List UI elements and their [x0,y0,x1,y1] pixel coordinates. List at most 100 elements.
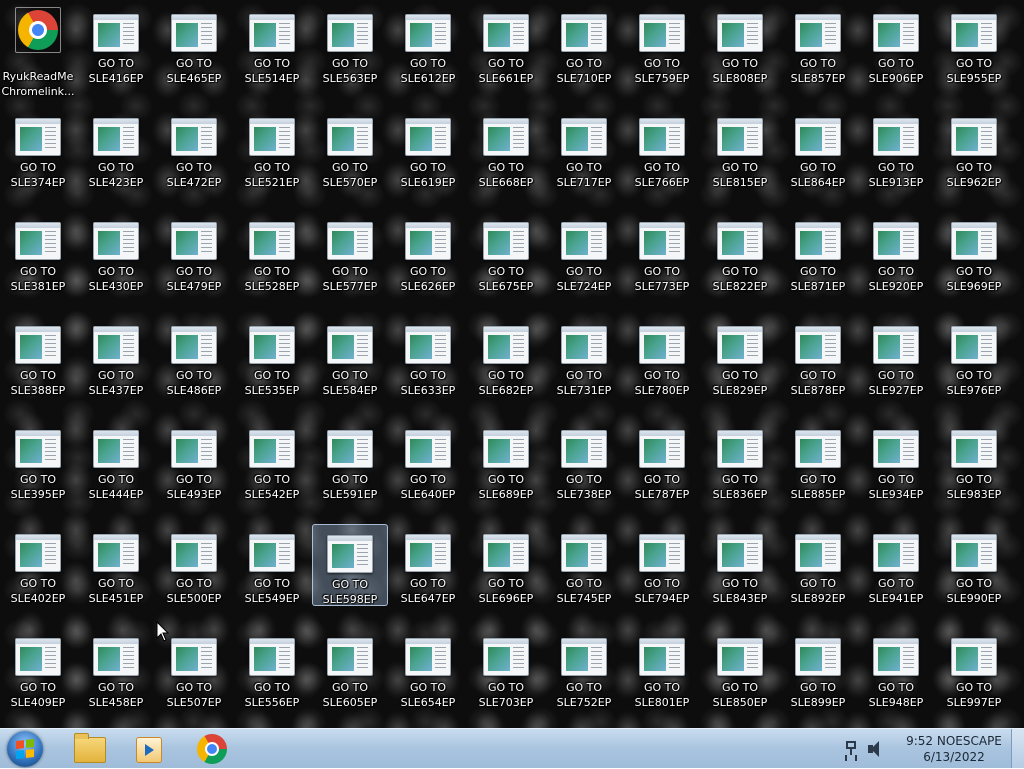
desktop-shortcut-sle633ep[interactable]: GO TO SLE633EP [390,316,466,398]
desktop-shortcut-sle514ep[interactable]: GO TO SLE514EP [234,4,310,86]
desktop-shortcut-sle864ep[interactable]: GO TO SLE864EP [780,108,856,190]
desktop-shortcut-sle479ep[interactable]: GO TO SLE479EP [156,212,232,294]
desktop-shortcut-sle465ep[interactable]: GO TO SLE465EP [156,4,232,86]
desktop-shortcut-sle710ep[interactable]: GO TO SLE710EP [546,4,622,86]
desktop-shortcut-sle752ep[interactable]: GO TO SLE752EP [546,628,622,710]
desktop-shortcut-sle941ep[interactable]: GO TO SLE941EP [858,524,934,606]
desktop-shortcut-sle381ep[interactable]: GO TO SLE381EP [0,212,76,294]
desktop-shortcut-sle780ep[interactable]: GO TO SLE780EP [624,316,700,398]
desktop-shortcut-sle871ep[interactable]: GO TO SLE871EP [780,212,856,294]
desktop-shortcut-sle969ep[interactable]: GO TO SLE969EP [936,212,1012,294]
desktop-shortcut-sle605ep[interactable]: GO TO SLE605EP [312,628,388,710]
desktop-shortcut-sle892ep[interactable]: GO TO SLE892EP [780,524,856,606]
desktop-shortcut-sle773ep[interactable]: GO TO SLE773EP [624,212,700,294]
desktop-shortcut-sle661ep[interactable]: GO TO SLE661EP [468,4,544,86]
desktop-shortcut-sle920ep[interactable]: GO TO SLE920EP [858,212,934,294]
desktop-shortcut-ryukreadme[interactable]: RyukReadMe Chromelink... [0,4,76,98]
desktop-shortcut-sle717ep[interactable]: GO TO SLE717EP [546,108,622,190]
network-icon[interactable] [844,741,860,757]
desktop-shortcut-sle913ep[interactable]: GO TO SLE913EP [858,108,934,190]
desktop-shortcut-sle857ep[interactable]: GO TO SLE857EP [780,4,856,86]
desktop-shortcut-sle444ep[interactable]: GO TO SLE444EP [78,420,154,502]
desktop-shortcut-sle402ep[interactable]: GO TO SLE402EP [0,524,76,606]
desktop-shortcut-sle521ep[interactable]: GO TO SLE521EP [234,108,310,190]
desktop-shortcut-sle598ep[interactable]: GO TO SLE598EP [312,524,388,606]
desktop-shortcut-sle472ep[interactable]: GO TO SLE472EP [156,108,232,190]
desktop-shortcut-sle801ep[interactable]: GO TO SLE801EP [624,628,700,710]
desktop-shortcut-sle829ep[interactable]: GO TO SLE829EP [702,316,778,398]
desktop-shortcut-sle878ep[interactable]: GO TO SLE878EP [780,316,856,398]
desktop-shortcut-sle983ep[interactable]: GO TO SLE983EP [936,420,1012,502]
desktop-shortcut-sle388ep[interactable]: GO TO SLE388EP [0,316,76,398]
desktop-shortcut-sle640ep[interactable]: GO TO SLE640EP [390,420,466,502]
desktop-shortcut-sle843ep[interactable]: GO TO SLE843EP [702,524,778,606]
desktop-shortcut-sle927ep[interactable]: GO TO SLE927EP [858,316,934,398]
desktop-shortcut-sle451ep[interactable]: GO TO SLE451EP [78,524,154,606]
desktop-shortcut-sle745ep[interactable]: GO TO SLE745EP [546,524,622,606]
desktop-shortcut-sle409ep[interactable]: GO TO SLE409EP [0,628,76,710]
desktop-shortcut-sle787ep[interactable]: GO TO SLE787EP [624,420,700,502]
desktop-shortcut-sle885ep[interactable]: GO TO SLE885EP [780,420,856,502]
desktop-shortcut-sle794ep[interactable]: GO TO SLE794EP [624,524,700,606]
taskbar-clock[interactable]: 9:52 NOESCAPE 6/13/2022 [898,733,1010,765]
desktop-shortcut-sle997ep[interactable]: GO TO SLE997EP [936,628,1012,710]
desktop-shortcut-sle682ep[interactable]: GO TO SLE682EP [468,316,544,398]
desktop-shortcut-sle570ep[interactable]: GO TO SLE570EP [312,108,388,190]
desktop-shortcut-label: GO TO SLE899EP [790,681,846,709]
desktop-shortcut-sle696ep[interactable]: GO TO SLE696EP [468,524,544,606]
desktop-shortcut-sle738ep[interactable]: GO TO SLE738EP [546,420,622,502]
desktop-shortcut-sle528ep[interactable]: GO TO SLE528EP [234,212,310,294]
desktop-shortcut-label: GO TO SLE528EP [244,265,300,293]
taskbar-media-player-button[interactable] [122,731,176,767]
desktop-shortcut-sle395ep[interactable]: GO TO SLE395EP [0,420,76,502]
desktop-shortcut-sle626ep[interactable]: GO TO SLE626EP [390,212,466,294]
desktop-shortcut-sle416ep[interactable]: GO TO SLE416EP [78,4,154,86]
desktop-shortcut-sle556ep[interactable]: GO TO SLE556EP [234,628,310,710]
desktop-shortcut-sle374ep[interactable]: GO TO SLE374EP [0,108,76,190]
desktop-shortcut-sle759ep[interactable]: GO TO SLE759EP [624,4,700,86]
desktop-shortcut-sle563ep[interactable]: GO TO SLE563EP [312,4,388,86]
start-button[interactable] [4,731,48,767]
taskbar-explorer-button[interactable] [62,731,116,767]
desktop-shortcut-sle948ep[interactable]: GO TO SLE948EP [858,628,934,710]
desktop-shortcut-sle577ep[interactable]: GO TO SLE577EP [312,212,388,294]
desktop-shortcut-sle612ep[interactable]: GO TO SLE612EP [390,4,466,86]
desktop-shortcut-sle808ep[interactable]: GO TO SLE808EP [702,4,778,86]
desktop-shortcut-sle815ep[interactable]: GO TO SLE815EP [702,108,778,190]
desktop-shortcut-sle535ep[interactable]: GO TO SLE535EP [234,316,310,398]
desktop-shortcut-sle836ep[interactable]: GO TO SLE836EP [702,420,778,502]
desktop-shortcut-sle899ep[interactable]: GO TO SLE899EP [780,628,856,710]
desktop-shortcut-sle423ep[interactable]: GO TO SLE423EP [78,108,154,190]
show-desktop-button[interactable] [1011,729,1024,768]
desktop-shortcut-sle437ep[interactable]: GO TO SLE437EP [78,316,154,398]
desktop-shortcut-sle619ep[interactable]: GO TO SLE619EP [390,108,466,190]
desktop-shortcut-sle962ep[interactable]: GO TO SLE962EP [936,108,1012,190]
desktop-shortcut-sle458ep[interactable]: GO TO SLE458EP [78,628,154,710]
desktop-shortcut-sle934ep[interactable]: GO TO SLE934EP [858,420,934,502]
taskbar-chrome-button[interactable] [185,731,239,767]
desktop-shortcut-sle976ep[interactable]: GO TO SLE976EP [936,316,1012,398]
desktop-shortcut-sle822ep[interactable]: GO TO SLE822EP [702,212,778,294]
desktop-shortcut-sle493ep[interactable]: GO TO SLE493EP [156,420,232,502]
desktop-shortcut-sle647ep[interactable]: GO TO SLE647EP [390,524,466,606]
desktop-shortcut-sle703ep[interactable]: GO TO SLE703EP [468,628,544,710]
desktop-shortcut-sle654ep[interactable]: GO TO SLE654EP [390,628,466,710]
desktop-shortcut-sle591ep[interactable]: GO TO SLE591EP [312,420,388,502]
desktop-shortcut-sle850ep[interactable]: GO TO SLE850EP [702,628,778,710]
desktop-shortcut-sle675ep[interactable]: GO TO SLE675EP [468,212,544,294]
volume-icon[interactable] [868,741,886,757]
desktop-shortcut-sle731ep[interactable]: GO TO SLE731EP [546,316,622,398]
desktop-shortcut-sle584ep[interactable]: GO TO SLE584EP [312,316,388,398]
desktop-shortcut-sle955ep[interactable]: GO TO SLE955EP [936,4,1012,86]
desktop-shortcut-sle500ep[interactable]: GO TO SLE500EP [156,524,232,606]
desktop-shortcut-sle724ep[interactable]: GO TO SLE724EP [546,212,622,294]
desktop-shortcut-sle990ep[interactable]: GO TO SLE990EP [936,524,1012,606]
desktop-shortcut-sle542ep[interactable]: GO TO SLE542EP [234,420,310,502]
desktop-shortcut-sle486ep[interactable]: GO TO SLE486EP [156,316,232,398]
desktop-shortcut-sle906ep[interactable]: GO TO SLE906EP [858,4,934,86]
desktop-shortcut-sle668ep[interactable]: GO TO SLE668EP [468,108,544,190]
desktop-shortcut-sle766ep[interactable]: GO TO SLE766EP [624,108,700,190]
desktop-shortcut-sle430ep[interactable]: GO TO SLE430EP [78,212,154,294]
desktop-shortcut-sle689ep[interactable]: GO TO SLE689EP [468,420,544,502]
desktop-shortcut-sle549ep[interactable]: GO TO SLE549EP [234,524,310,606]
